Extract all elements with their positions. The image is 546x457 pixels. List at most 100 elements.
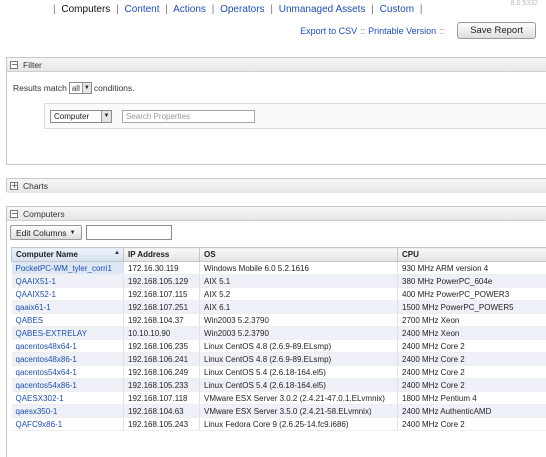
column-header-ip-address[interactable]: IP Address — [123, 247, 200, 262]
column-header-os[interactable]: OS — [199, 247, 398, 262]
computer-name-cell[interactable]: qacentos48x86-1 — [11, 352, 124, 366]
export-csv-link[interactable]: Export to CSV — [300, 26, 357, 36]
ip-address-cell: 192.168.107.115 — [123, 287, 200, 301]
property-type-value: Computer — [54, 112, 90, 121]
os-cell: Windows Mobile 6.0 5.2.1616 — [199, 261, 398, 275]
computer-name-cell[interactable]: qacentos54x86-1 — [11, 378, 124, 392]
cpu-cell: 2400 MHz Core 2 — [397, 352, 546, 366]
match-select-value: all — [71, 83, 80, 93]
charts-panel: + Charts — [6, 178, 546, 193]
filter-panel: − Filter Results match all ▼ conditions.… — [6, 57, 546, 165]
computers-panel: − Computers Edit Columns ▼ Computer Name… — [6, 206, 546, 457]
column-header-label: Computer Name — [16, 250, 78, 259]
chevron-down-icon: ▼ — [81, 83, 91, 93]
computer-name-cell[interactable]: QAAIX51-1 — [11, 274, 124, 288]
property-type-select[interactable]: Computer ▼ — [50, 110, 112, 123]
nav-content[interactable]: Content — [124, 4, 159, 15]
table-row[interactable]: qacentos54x86-1 192.168.105.233 Linux Cent… — [11, 378, 546, 392]
ip-address-cell: 192.168.106.235 — [123, 339, 200, 353]
column-header-computer-name[interactable]: Computer Name ▲ — [11, 247, 124, 262]
computer-name-cell[interactable]: QAAIX52-1 — [11, 287, 124, 301]
os-cell: Linux CentOS 5.4 (2.6.18-164.el5) — [199, 365, 398, 379]
table-row[interactable]: QAAIX51-1 192.168.105.129 AIX 5.1 380 MHz P… — [11, 274, 546, 288]
ip-address-cell: 192.168.105.243 — [123, 417, 200, 431]
printable-version-link[interactable]: Printable Version — [368, 26, 436, 36]
os-cell: Linux CentOS 4.8 (2.6.9-89.ELsmp) — [199, 352, 398, 366]
search-properties-input[interactable] — [122, 110, 255, 123]
column-header-cpu[interactable]: CPU — [397, 247, 546, 262]
nav-actions[interactable]: Actions — [173, 4, 206, 15]
computer-name-cell[interactable]: qacentos48x64-1 — [11, 339, 124, 353]
computers-table: Computer Name ▲ IP Address OS CPU PocketP… — [11, 247, 546, 431]
ip-address-cell: 172.16.30.119 — [123, 261, 200, 275]
ip-address-cell: 192.168.106.241 — [123, 352, 200, 366]
cpu-cell: 2400 MHz AuthenticAMD — [397, 404, 546, 418]
os-cell: AIX 6.1 — [199, 300, 398, 314]
os-cell: Win2003 5.2.3790 — [199, 313, 398, 327]
computer-filter-input[interactable] — [85, 225, 172, 240]
nav-separator: | — [165, 4, 168, 15]
nav-separator: | — [371, 4, 374, 15]
computer-name-cell[interactable]: QABES-EXTRELAY — [11, 326, 124, 340]
table-row[interactable]: PocketPC-WM_tyler_corri1 172.16.30.119 Win… — [11, 261, 546, 275]
save-report-button[interactable]: Save Report — [457, 22, 536, 39]
filter-panel-header[interactable]: − Filter — [7, 58, 546, 72]
table-row[interactable]: QAESX302-1 192.168.107.118 VMware ESX Serv… — [11, 391, 546, 405]
collapse-icon[interactable]: − — [10, 60, 18, 69]
os-cell: Win2003 5.2.3790 — [199, 326, 398, 340]
actions-separator: :: — [439, 25, 445, 36]
cpu-cell: 2400 MHz Core 2 — [397, 365, 546, 379]
ip-address-cell: 192.168.107.251 — [123, 300, 200, 314]
table-row[interactable]: QAAIX52-1 192.168.107.115 AIX 5.2 400 MHz P… — [11, 287, 546, 301]
filter-title: Filter — [23, 59, 42, 70]
computer-name-cell[interactable]: QAFC9x86-1 — [11, 417, 124, 431]
nav-unmanaged-assets[interactable]: Unmanaged Assets — [279, 4, 366, 15]
nav-separator: | — [116, 4, 119, 15]
computer-name-cell[interactable]: QAESX302-1 — [11, 391, 124, 405]
collapse-icon[interactable]: − — [10, 209, 18, 218]
ip-address-cell: 192.168.105.129 — [123, 274, 200, 288]
cpu-cell: 2400 MHz Xeon — [397, 326, 546, 340]
expand-icon[interactable]: + — [10, 182, 18, 190]
table-row[interactable]: QABES-EXTRELAY 10.10.10.90 Win2003 5.2.379… — [11, 326, 546, 340]
charts-title: Charts — [23, 181, 49, 191]
nav-custom[interactable]: Custom — [380, 4, 414, 15]
match-row: Results match all ▼ conditions. — [13, 82, 135, 94]
os-cell: Linux CentOS 4.8 (2.6.9-89.ELsmp) — [199, 339, 398, 353]
table-row[interactable]: qacentos48x86-1 192.168.106.241 Linux Cent… — [11, 352, 546, 366]
nav-operators[interactable]: Operators — [220, 4, 264, 15]
ip-address-cell: 192.168.104.37 — [123, 313, 200, 327]
table-row[interactable]: qaesx350-1 192.168.104.63 VMware ESX Serve… — [11, 404, 546, 418]
computer-name-cell[interactable]: QABES — [11, 313, 124, 327]
report-actions: Export to CSV :: Printable Version :: Sa… — [300, 22, 536, 39]
actions-separator: :: — [360, 25, 366, 36]
nav-separator: | — [270, 4, 273, 15]
os-cell: Linux CentOS 5.4 (2.6.18-164.el5) — [199, 378, 398, 392]
nav-separator: | — [53, 4, 56, 15]
sort-ascending-icon: ▲ — [114, 250, 120, 256]
charts-panel-header[interactable]: + Charts — [7, 179, 546, 193]
ip-address-cell: 10.10.10.90 — [123, 326, 200, 340]
computer-name-cell[interactable]: qacentos54x64-1 — [11, 365, 124, 379]
computer-name-cell[interactable]: PocketPC-WM_tyler_corri1 — [11, 261, 124, 275]
edit-columns-button[interactable]: Edit Columns ▼ — [10, 225, 82, 240]
table-row[interactable]: QAFC9x86-1 192.168.105.243 Linux Fedora Co… — [11, 417, 546, 431]
computers-table-body: PocketPC-WM_tyler_corri1 172.16.30.119 Win… — [11, 261, 546, 431]
table-row[interactable]: qacentos54x64-1 192.168.106.249 Linux Cent… — [11, 365, 546, 379]
cpu-cell: 2400 MHz Core 2 — [397, 417, 546, 431]
table-row[interactable]: qacentos48x64-1 192.168.106.235 Linux Cent… — [11, 339, 546, 353]
caret-down-icon: ▼ — [69, 229, 76, 236]
match-select[interactable]: all ▼ — [68, 82, 92, 94]
computer-name-cell[interactable]: qaesx350-1 — [11, 404, 124, 418]
table-row[interactable]: qaaix61-1 192.168.107.251 AIX 6.1 1500 MHz … — [11, 300, 546, 314]
computer-name-cell[interactable]: qaaix61-1 — [11, 300, 124, 314]
nav-separator: | — [211, 4, 215, 15]
nav-separator: | — [419, 4, 423, 15]
os-cell: VMware ESX Server 3.5.0 (2.4.21-58.ELvmn… — [199, 404, 398, 418]
table-row[interactable]: QABES 192.168.104.37 Win2003 5.2.3790 2700 … — [11, 313, 546, 327]
cpu-cell: 1500 MHz PowerPC_POWER5 — [397, 300, 546, 314]
computers-panel-header[interactable]: − Computers — [7, 207, 546, 221]
cpu-cell: 1800 MHz Pentium 4 — [397, 391, 546, 405]
version-label: 8.0.5332 — [510, 0, 538, 7]
nav-computers[interactable]: Computers — [61, 4, 110, 15]
